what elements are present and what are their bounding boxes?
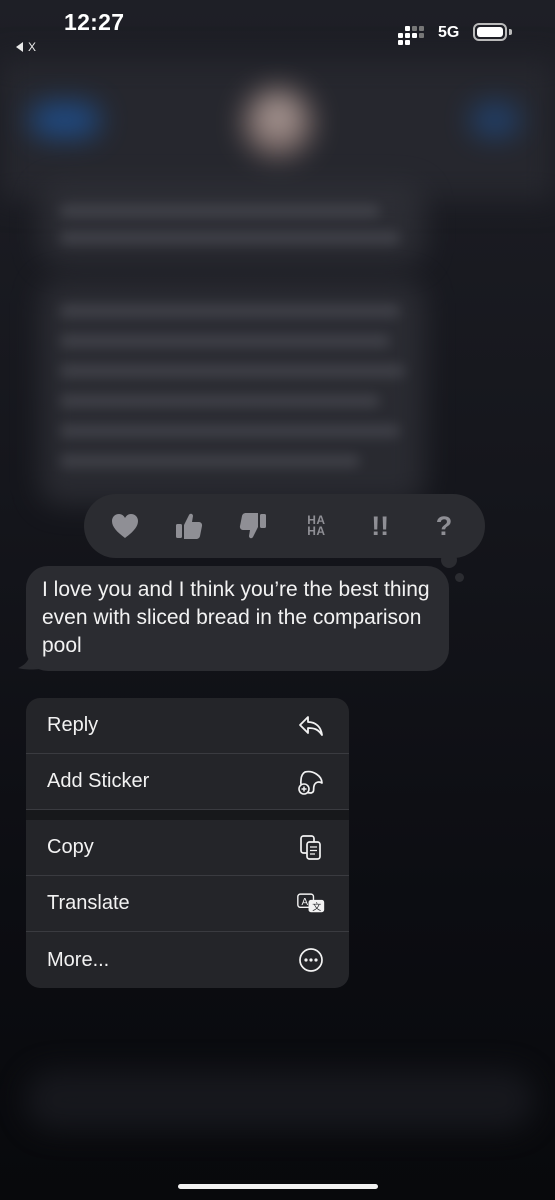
- back-to-app-button[interactable]: X: [16, 40, 36, 54]
- back-triangle-icon: [16, 42, 23, 52]
- tapback-thumbs-down[interactable]: [230, 503, 276, 549]
- menu-item-label: Add Sticker: [47, 770, 150, 792]
- network-type: 5G: [438, 24, 460, 41]
- thumbs-down-icon: [239, 513, 266, 539]
- sticker-add-icon: [297, 768, 325, 796]
- battery-icon: [473, 23, 507, 41]
- message-text: I love you and I think you’re the best t…: [42, 578, 430, 657]
- ellipsis-circle-icon: [297, 946, 325, 974]
- menu-section-divider: [26, 810, 349, 820]
- blurred-contact-avatar: [243, 88, 313, 158]
- svg-text:A: A: [302, 896, 309, 907]
- menu-item-reply[interactable]: Reply: [26, 698, 349, 754]
- menu-item-label: Translate: [47, 892, 130, 914]
- reply-icon: [297, 712, 325, 740]
- menu-item-label: Reply: [47, 714, 99, 736]
- tapback-heart[interactable]: [102, 503, 148, 549]
- message-context-menu: Reply Add Sticker Copy Translate A 文 Mor…: [26, 698, 349, 988]
- copy-icon: [297, 834, 325, 862]
- menu-item-translate[interactable]: Translate A 文: [26, 876, 349, 932]
- blurred-message: [40, 185, 425, 265]
- tapback-emphasize[interactable]: !!: [357, 503, 403, 549]
- cellular-signal-icon: [398, 25, 428, 45]
- heart-icon: [112, 514, 138, 538]
- translate-icon: A 文: [297, 890, 325, 918]
- menu-item-label: More...: [47, 948, 110, 971]
- thumbs-up-icon: [175, 513, 202, 539]
- question-mark-icon: ?: [435, 510, 453, 541]
- tapback-bubble-tail: [455, 573, 464, 582]
- tapback-thumbs-up[interactable]: [166, 503, 212, 549]
- menu-item-more[interactable]: More...: [26, 932, 349, 988]
- back-to-app-label: X: [28, 40, 37, 54]
- home-indicator[interactable]: [178, 1184, 378, 1189]
- double-exclamation-icon: !!: [371, 510, 390, 541]
- selected-message-bubble[interactable]: I love you and I think you’re the best t…: [26, 566, 449, 671]
- haha-icon: HA HA: [307, 513, 326, 538]
- blurred-compose-bar: [25, 1070, 535, 1130]
- menu-item-add-sticker[interactable]: Add Sticker: [26, 754, 349, 810]
- menu-item-copy[interactable]: Copy: [26, 820, 349, 876]
- blurred-back-button: [30, 103, 100, 137]
- tapback-question[interactable]: ?: [421, 503, 467, 549]
- menu-item-label: Copy: [47, 836, 94, 858]
- status-time: 12:27: [64, 9, 125, 35]
- svg-text:文: 文: [312, 900, 321, 912]
- tapback-bar: HA HA !! ?: [84, 494, 485, 558]
- tapback-haha[interactable]: HA HA: [293, 503, 339, 549]
- blurred-video-button: [470, 103, 520, 137]
